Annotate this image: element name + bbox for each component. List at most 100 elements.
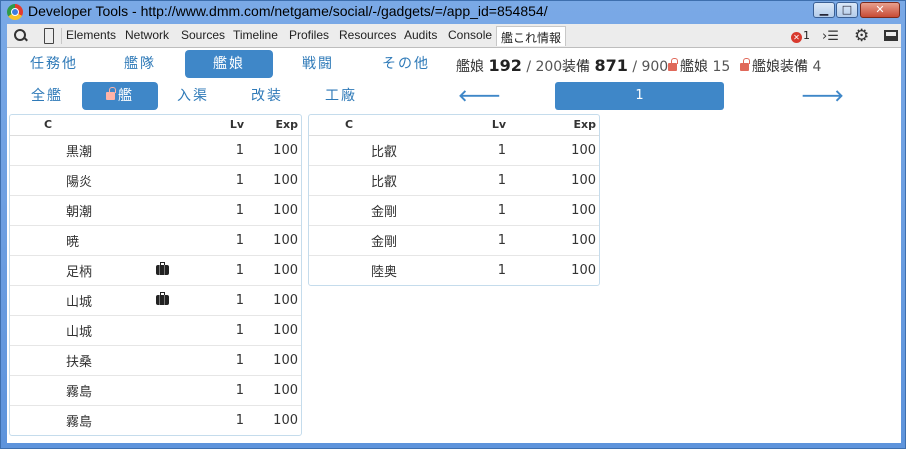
ship-level: 1 <box>190 135 245 166</box>
ship-level: 1 <box>190 195 245 226</box>
tab-kancolle-info[interactable]: 艦これ情報 <box>496 26 567 46</box>
ship-level: 1 <box>459 135 507 166</box>
equip-slot-cell <box>150 135 190 166</box>
column-exp-header[interactable]: Exp <box>245 115 301 136</box>
equip-slot-cell <box>150 195 190 226</box>
table-row[interactable]: 金剛 1 100 <box>309 225 599 256</box>
gear-icon[interactable]: ⚙ <box>854 26 869 46</box>
table-row[interactable]: 山城 1 100 <box>10 315 301 346</box>
tab-quests[interactable]: 任務他 <box>19 50 89 78</box>
equip-count-max: / 900 <box>632 59 669 75</box>
ship-exp: 100 <box>273 412 298 428</box>
table-row[interactable]: 霧島 1 100 <box>10 375 301 406</box>
ship-name: 陽炎 <box>10 165 150 196</box>
tab-elements[interactable]: Elements <box>66 28 116 42</box>
subtab-docking[interactable]: 入渠 <box>157 82 229 110</box>
tab-network[interactable]: Network <box>125 28 169 42</box>
ship-name: 足柄 <box>10 255 150 286</box>
ship-count-max: / 200 <box>526 59 563 75</box>
tab-battle[interactable]: 戦闘 <box>283 50 353 78</box>
subtab-remodel[interactable]: 改装 <box>231 82 303 110</box>
equip-slot-cell <box>150 255 190 286</box>
tab-resources[interactable]: Resources <box>339 28 396 42</box>
error-count: 1 <box>803 29 810 42</box>
table-row[interactable]: 陸奥 1 100 <box>309 255 599 285</box>
devtools-window: Developer Tools - http://www.dmm.com/net… <box>0 0 906 449</box>
ship-level: 1 <box>459 195 507 226</box>
tab-sources[interactable]: Sources <box>181 28 225 42</box>
tab-profiles[interactable]: Profiles <box>289 28 329 42</box>
equip-slot-cell <box>150 225 190 256</box>
subtab-locked-ships[interactable]: 艦 <box>82 82 158 110</box>
table-row[interactable]: 陽炎 1 100 <box>10 165 301 196</box>
ship-name: 霧島 <box>10 375 150 406</box>
search-icon[interactable] <box>13 28 29 44</box>
table-row[interactable]: 暁 1 100 <box>10 225 301 256</box>
maximize-button[interactable]: □ <box>836 2 858 18</box>
ship-table-left: C Lv Exp 黒潮 1 100 陽炎 1 100 朝潮 1 100 暁 1 100 足柄 1 100 山城… <box>9 114 302 436</box>
table-row[interactable]: 扶桑 1 100 <box>10 345 301 376</box>
current-page-button[interactable]: 1 <box>555 82 724 110</box>
ship-level: 1 <box>190 345 245 376</box>
ship-level: 1 <box>497 262 506 278</box>
ship-count: 艦娘 192 / 200 <box>456 56 562 76</box>
ship-name: 暁 <box>10 225 150 256</box>
table-row[interactable]: 朝潮 1 100 <box>10 195 301 226</box>
ship-name: 比叡 <box>309 165 459 196</box>
equip-count-value: 871 <box>594 56 628 75</box>
table-row[interactable]: 比叡 1 100 <box>309 135 599 166</box>
ship-name: 朝潮 <box>10 195 150 226</box>
tab-console[interactable]: Console <box>448 28 492 42</box>
table-row[interactable]: 山城 1 100 <box>10 285 301 316</box>
equip-slot-cell <box>150 285 190 316</box>
error-counter[interactable]: ✕ 1 <box>791 29 810 43</box>
ship-exp: 100 <box>571 262 596 278</box>
equip-count-label: 装備 <box>562 59 590 75</box>
column-case-header <box>150 115 190 136</box>
ship-name: 扶桑 <box>10 345 150 376</box>
column-lv-header[interactable]: Lv <box>190 115 245 136</box>
close-button[interactable]: ✕ <box>860 2 900 18</box>
briefcase-icon <box>156 291 169 305</box>
prev-page-icon[interactable]: 🡐 <box>458 84 501 108</box>
column-exp-header[interactable]: Exp <box>507 115 599 136</box>
table-row[interactable]: 霧島 1 100 <box>10 405 301 435</box>
tab-shipgirls[interactable]: 艦娘 <box>185 50 273 78</box>
ship-exp: 100 <box>507 225 599 256</box>
tab-other[interactable]: その他 <box>371 50 441 78</box>
tab-timeline[interactable]: Timeline <box>233 28 278 42</box>
table-row[interactable]: 足柄 1 100 <box>10 255 301 286</box>
devtools-toolbar: Elements Network Sources Timeline Profil… <box>7 24 901 48</box>
ship-level: 1 <box>190 225 245 256</box>
locked-equip-value: 4 <box>812 59 822 75</box>
column-c-header[interactable]: C <box>10 115 150 136</box>
minimize-button[interactable]: ▁ <box>813 2 835 18</box>
tab-fleet[interactable]: 艦隊 <box>105 50 175 78</box>
lock-icon <box>740 58 750 71</box>
next-page-icon[interactable]: 🡒 <box>801 84 844 108</box>
equip-slot-cell <box>150 375 190 406</box>
tab-audits[interactable]: Audits <box>404 28 437 42</box>
title-bar: Developer Tools - http://www.dmm.com/net… <box>1 1 905 23</box>
ship-level: 1 <box>459 225 507 256</box>
ship-level: 1 <box>235 412 244 428</box>
ship-exp: 100 <box>245 135 301 166</box>
subtab-all-ships[interactable]: 全艦 <box>11 82 83 110</box>
console-drawer-icon[interactable]: ›☰ <box>822 29 839 44</box>
ship-name: 比叡 <box>309 135 459 166</box>
table-row[interactable]: 比叡 1 100 <box>309 165 599 196</box>
ship-exp: 100 <box>245 165 301 196</box>
device-mode-icon[interactable] <box>41 28 57 44</box>
ship-level: 1 <box>190 255 245 286</box>
dock-side-icon[interactable] <box>884 30 898 41</box>
table-row[interactable]: 金剛 1 100 <box>309 195 599 226</box>
error-icon: ✕ <box>791 32 802 43</box>
column-c-header[interactable]: C <box>309 115 459 136</box>
subtab-arsenal[interactable]: 工廠 <box>305 82 377 110</box>
table-row[interactable]: 黒潮 1 100 <box>10 135 301 166</box>
equip-slot-cell <box>150 315 190 346</box>
column-lv-header[interactable]: Lv <box>459 115 507 136</box>
lock-icon <box>106 87 116 100</box>
ship-level: 1 <box>190 375 245 406</box>
locked-equip-label: 艦娘装備 <box>752 59 808 75</box>
